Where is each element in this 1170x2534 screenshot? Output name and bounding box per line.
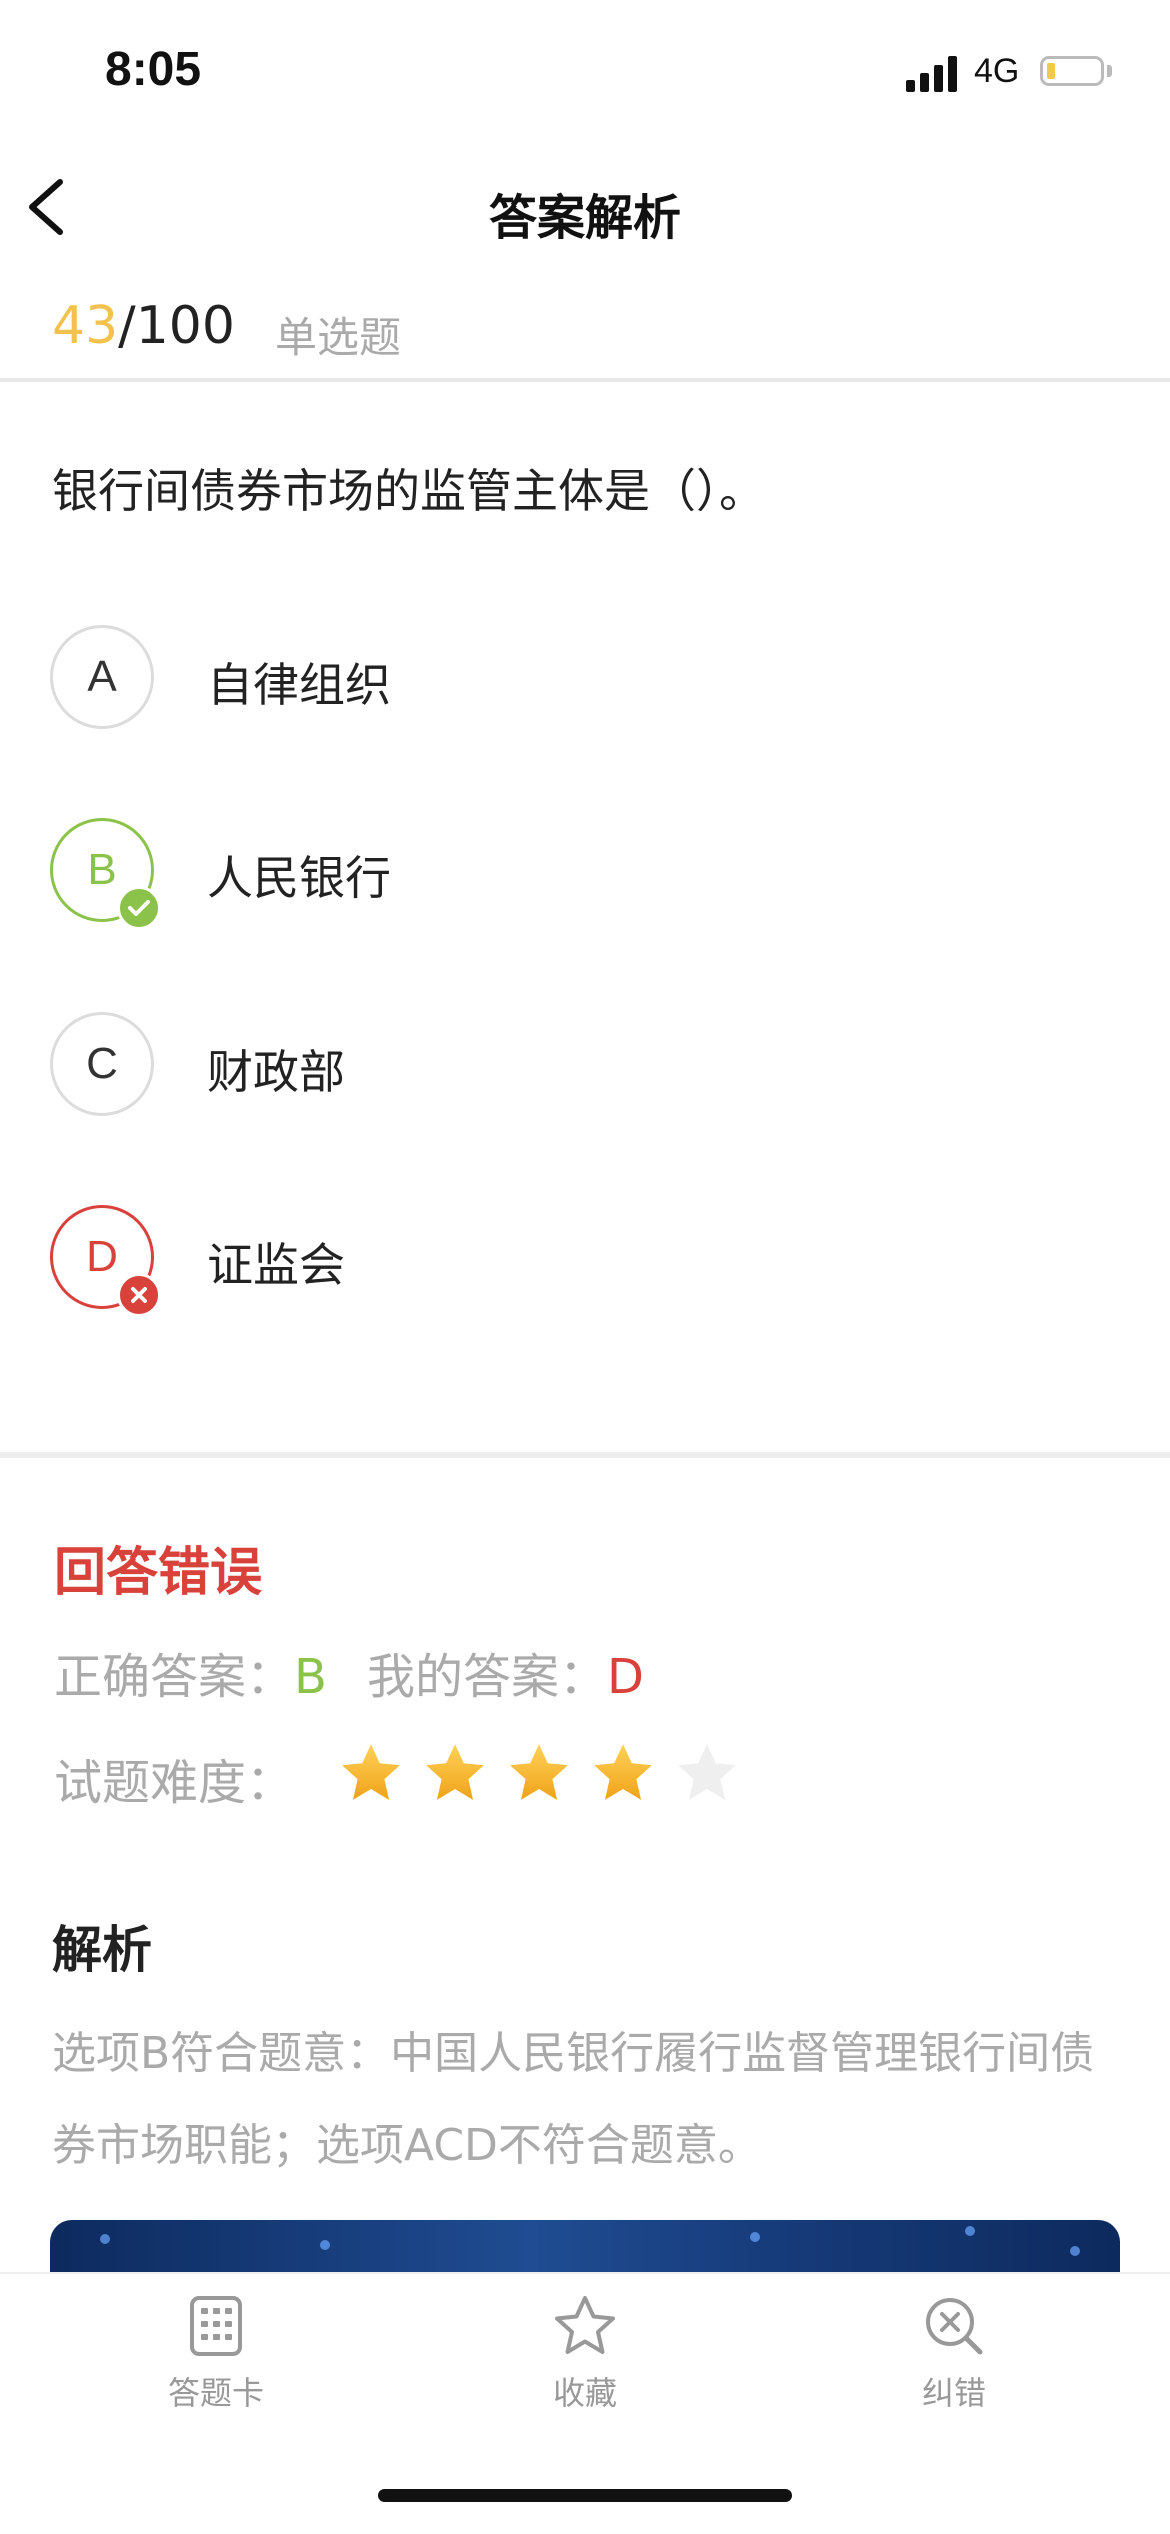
divider xyxy=(0,378,1170,382)
section-divider xyxy=(0,1452,1170,1458)
result-title: 回答错误 xyxy=(54,1543,263,1603)
option-text-b: 人民银行 xyxy=(207,851,391,905)
question-type: 单选题 xyxy=(275,313,402,362)
battery-icon xyxy=(1040,56,1104,86)
star-filled-icon xyxy=(594,1744,652,1800)
star-filled-icon xyxy=(342,1744,400,1800)
option-letter-a: A xyxy=(50,625,154,729)
tab-favorite-label: 收藏 xyxy=(552,2374,617,2412)
option-b[interactable]: B 人民银行 xyxy=(50,818,1120,930)
page-title: 答案解析 xyxy=(488,190,681,246)
analysis-title: 解析 xyxy=(52,1921,152,1979)
tab-answer-card[interactable]: 答题卡 xyxy=(96,2294,336,2444)
star-empty-icon xyxy=(678,1744,736,1800)
tab-report-error[interactable]: 纠错 xyxy=(834,2294,1074,2444)
difficulty-label: 试题难度： xyxy=(54,1755,295,1811)
my-answer-label: 我的答案： xyxy=(366,1649,607,1705)
tab-report-error-label: 纠错 xyxy=(921,2374,986,2412)
answer-summary: 正确答案：B 我的答案：D xyxy=(54,1637,644,1707)
option-text-c: 财政部 xyxy=(207,1045,345,1099)
wrong-x-icon xyxy=(117,1273,161,1317)
cellular-signal-icon xyxy=(906,54,960,92)
status-time: 8:05 xyxy=(105,43,202,96)
tab-answer-card-label: 答题卡 xyxy=(167,2374,264,2412)
network-type: 4G xyxy=(974,52,1020,90)
battery-tip xyxy=(1107,65,1112,77)
star-filled-icon xyxy=(510,1744,568,1800)
option-d[interactable]: D 证监会 xyxy=(50,1205,1120,1317)
answer-card-icon xyxy=(190,2296,242,2356)
status-bar: 8:05 4G xyxy=(0,0,1170,150)
correct-answer-value: B xyxy=(294,1649,327,1705)
option-c[interactable]: C 财政部 xyxy=(50,1012,1120,1124)
option-text-a: 自律组织 xyxy=(207,658,391,712)
correct-answer-label: 正确答案： xyxy=(54,1649,295,1705)
star-filled-icon xyxy=(426,1744,484,1800)
home-indicator xyxy=(378,2489,792,2502)
current-question-number: 43 xyxy=(52,296,119,356)
my-answer-value: D xyxy=(606,1649,644,1705)
total-questions: /100 xyxy=(118,296,235,356)
option-a[interactable]: A 自律组织 xyxy=(50,625,1120,737)
question-progress: 43/100 xyxy=(52,296,235,366)
error-search-icon xyxy=(926,2298,983,2355)
star-outline-icon xyxy=(555,2296,615,2354)
option-letter-c: C xyxy=(50,1012,154,1116)
question-text: 银行间债券市场的监管主体是（）。 xyxy=(52,464,765,518)
nav-bar: 答案解析 xyxy=(0,150,1170,265)
correct-check-icon xyxy=(117,886,161,930)
option-text-d: 证监会 xyxy=(207,1238,345,1292)
promo-banner[interactable] xyxy=(50,2220,1120,2276)
tab-favorite[interactable]: 收藏 xyxy=(465,2294,705,2444)
analysis-text: 选项B符合题意：中国人民银行履行监督管理银行间债券市场职能；选项ACD不符合题意… xyxy=(52,2028,1095,2171)
